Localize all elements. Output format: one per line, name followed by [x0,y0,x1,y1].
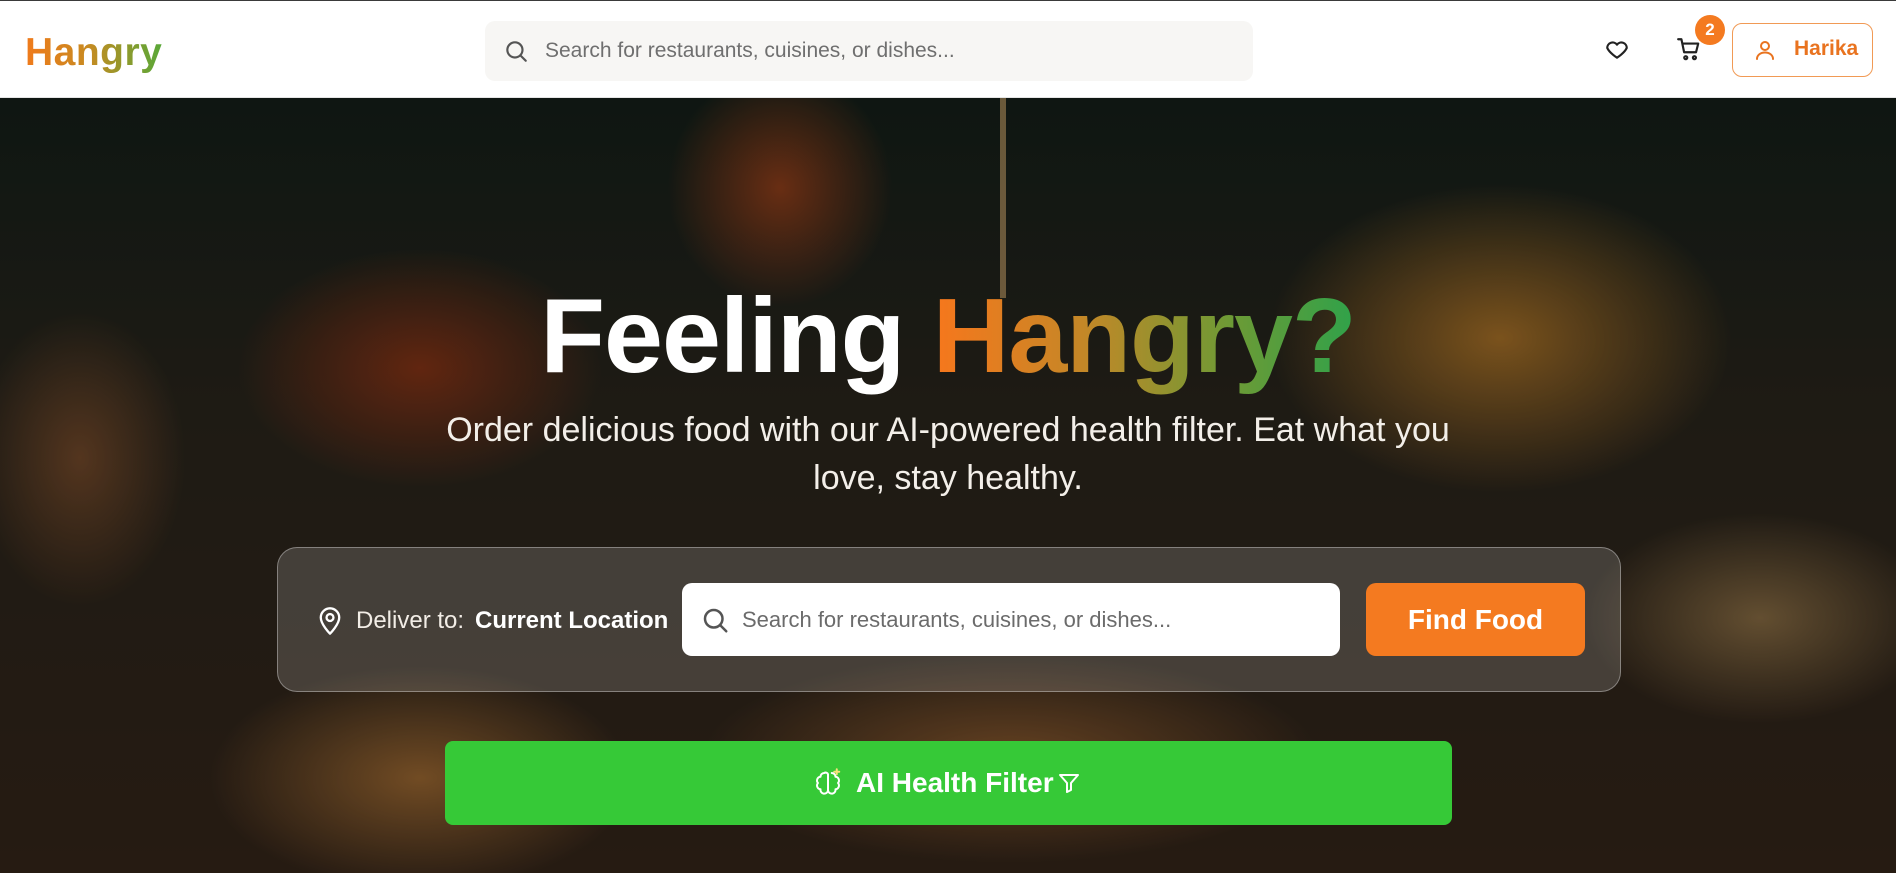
user-icon [1756,41,1774,60]
filter-icon [1059,774,1079,793]
hero-search-input[interactable] [742,583,1327,656]
heart-icon [1606,41,1628,59]
hero-title: Feeling Hangry? [0,276,1896,397]
hero-subtitle: Order delicious food with our AI-powered… [446,411,1450,497]
top-navbar: Hangry 2 Harika [0,0,1896,98]
user-name-label: Harika [1794,37,1859,60]
brain-icon [816,768,841,795]
hero-title-highlight: Hangry? [932,277,1357,395]
cart-count-badge: 2 [1695,15,1725,45]
map-pin-icon [319,607,341,635]
favorites-button[interactable] [1601,33,1633,65]
find-food-button[interactable]: Find Food [1366,583,1585,656]
header-search-input[interactable] [545,21,1235,81]
header-search-bar[interactable] [485,21,1253,81]
ai-health-filter-button[interactable]: AI Health Filter [445,741,1452,825]
deliver-to-label: Deliver to: [356,607,465,634]
hero-search-bar[interactable] [682,583,1340,656]
user-account-button[interactable]: Harika [1732,23,1873,77]
ai-health-filter-label: AI Health Filter [856,767,1054,798]
hero-title-prefix: Feeling [540,277,933,395]
current-location-selector[interactable]: Current Location [475,607,668,635]
brand-logo[interactable]: Hangry [25,31,162,75]
search-icon [703,608,728,633]
delivery-search-panel: Deliver to: Current Location Find Food [277,547,1621,692]
search-icon [506,41,527,62]
hero-section: Feeling Hangry? Order delicious food wit… [0,98,1896,873]
